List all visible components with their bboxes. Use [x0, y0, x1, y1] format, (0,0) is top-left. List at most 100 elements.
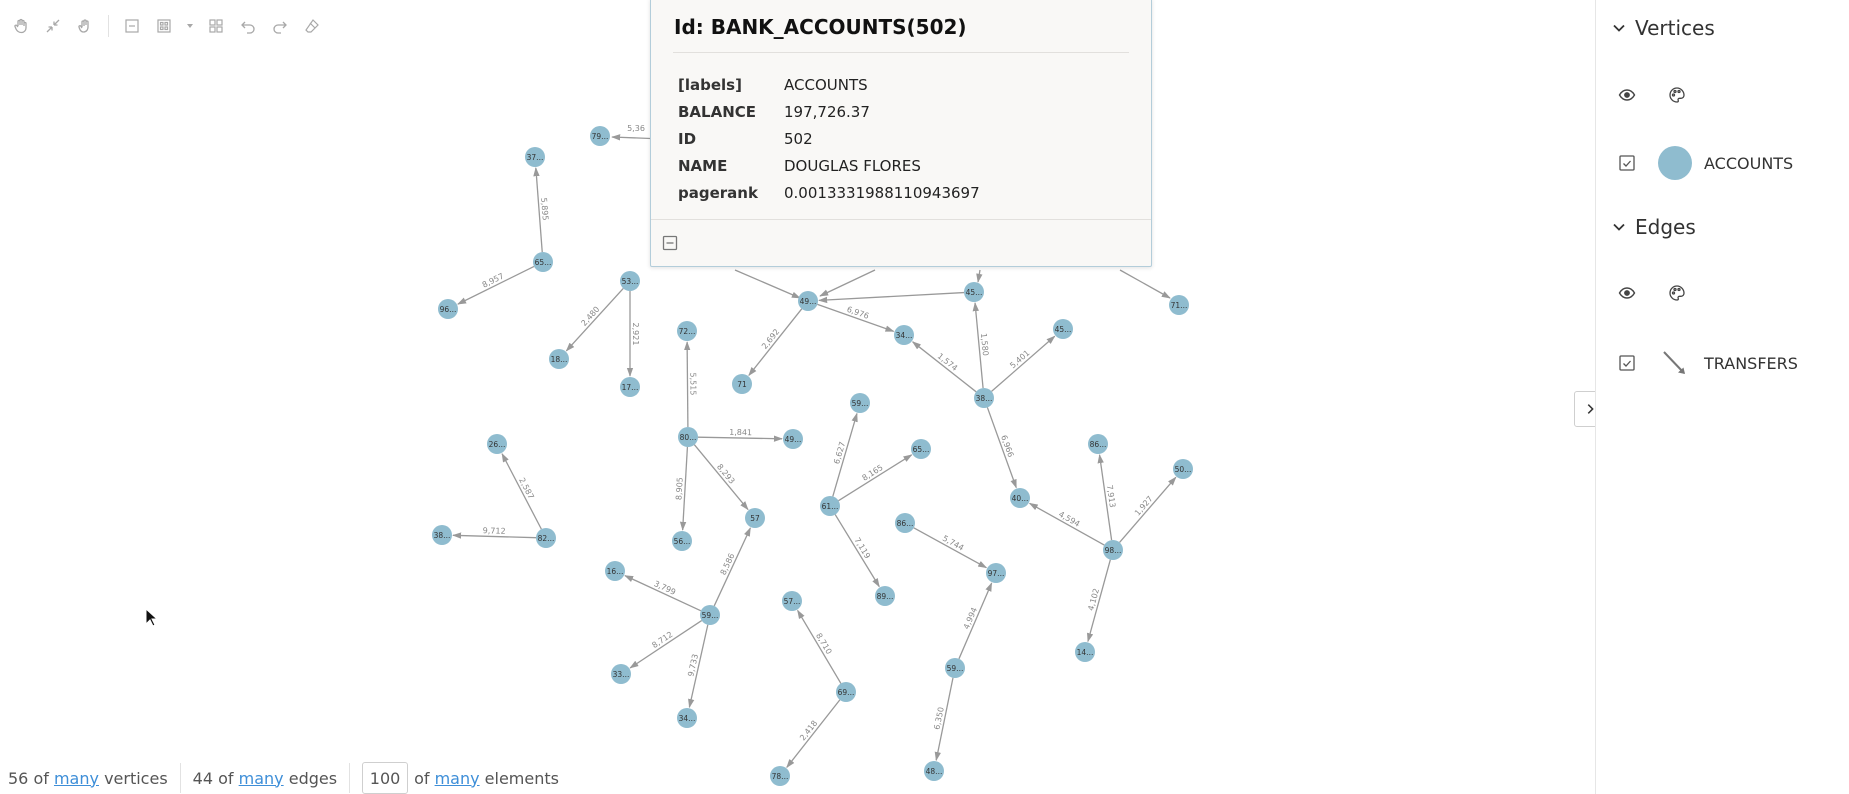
popup-divider [673, 52, 1129, 53]
elements-many-link[interactable]: many [435, 769, 480, 788]
edge-line[interactable] [1028, 502, 1105, 546]
edge-line[interactable] [834, 514, 880, 588]
edge-line[interactable] [693, 444, 749, 511]
property-row: pagerank 0.0013331988110943697 [678, 179, 980, 206]
node-label: 34... [679, 714, 696, 723]
edges-tools [1618, 284, 1686, 302]
edge-line[interactable] [565, 287, 624, 352]
node-label: 33... [613, 670, 630, 679]
edge-line[interactable] [1119, 476, 1177, 543]
edge-line[interactable] [818, 291, 965, 304]
edge-weight-label: 9,712 [483, 526, 506, 536]
node-label: 78... [772, 772, 789, 781]
edge-line[interactable] [697, 435, 783, 442]
graph-node[interactable]: 96... [438, 299, 458, 319]
node-label: 65... [535, 258, 552, 267]
graph-node[interactable]: 38... [432, 525, 452, 545]
graph-node[interactable]: 86... [1088, 434, 1108, 454]
graph-node[interactable]: 18... [549, 349, 569, 369]
graph-node[interactable]: 40... [1010, 488, 1030, 508]
graph-node[interactable]: 57... [782, 591, 802, 611]
graph-node[interactable]: 61... [820, 496, 840, 516]
node-label: 53... [622, 277, 639, 286]
vertices-suffix: vertices [104, 768, 168, 788]
graph-node[interactable]: 69... [836, 682, 856, 702]
edge-line[interactable] [991, 335, 1056, 392]
graph-node[interactable]: 97... [986, 563, 1006, 583]
graph-node[interactable]: 14... [1075, 642, 1095, 662]
edges-section-header[interactable]: Edges [1611, 215, 1696, 239]
eye-icon[interactable] [1618, 86, 1636, 104]
graph-node[interactable]: 65... [533, 252, 553, 272]
graph-node[interactable]: 33... [611, 664, 631, 684]
graph-node[interactable]: 45... [964, 282, 984, 302]
edge-line[interactable] [457, 265, 535, 305]
edge-line[interactable] [748, 308, 803, 377]
graph-node[interactable]: 98... [1103, 540, 1123, 560]
node-label: 56... [674, 537, 691, 546]
edge-line[interactable] [911, 341, 977, 393]
edge-line[interactable] [624, 575, 702, 612]
checkbox-icon[interactable] [1618, 354, 1636, 372]
edge-weight-label: 1,580 [979, 333, 990, 357]
property-key: BALANCE [678, 102, 757, 121]
graph-node[interactable]: 56... [672, 531, 692, 551]
graph-node[interactable]: 49... [798, 291, 818, 311]
edge-line[interactable] [838, 454, 913, 502]
property-value: 0.0013331988110943697 [784, 183, 980, 202]
edge-line[interactable] [786, 699, 841, 769]
node-label: 96... [440, 305, 457, 314]
graph-node[interactable]: 26... [487, 434, 507, 454]
edge-weight-label: 2,921 [631, 323, 640, 346]
graph-node[interactable]: 59... [945, 658, 965, 678]
edge-style-swatch[interactable] [1658, 346, 1692, 380]
vertex-legend-row: ACCOUNTS [1618, 146, 1793, 180]
graph-node[interactable]: 16... [605, 561, 625, 581]
eye-icon[interactable] [1618, 284, 1636, 302]
edge-line[interactable] [683, 341, 691, 428]
graph-node[interactable]: 71... [1169, 295, 1189, 315]
graph-node[interactable]: 45... [1053, 319, 1073, 339]
node-label: 26... [489, 440, 506, 449]
graph-node[interactable]: 57 [745, 508, 765, 528]
property-key: ID [678, 129, 697, 148]
vertex-color-swatch[interactable] [1658, 146, 1692, 180]
palette-icon[interactable] [1668, 284, 1686, 302]
graph-node[interactable]: 37... [525, 147, 545, 167]
vertices-many-link[interactable]: many [54, 769, 99, 788]
edge-line[interactable] [797, 609, 842, 684]
element-limit-input[interactable] [362, 762, 409, 794]
node-label: 49... [785, 435, 802, 444]
palette-icon[interactable] [1668, 86, 1686, 104]
graph-node[interactable]: 59... [850, 393, 870, 413]
edge-line[interactable] [913, 527, 988, 569]
graph-node[interactable]: 86... [895, 513, 915, 533]
graph-node[interactable]: 72... [677, 321, 697, 341]
edges-many-link[interactable]: many [239, 769, 284, 788]
checkbox-icon[interactable] [1618, 154, 1636, 172]
graph-node[interactable]: 78... [770, 766, 790, 786]
graph-node[interactable]: 65... [911, 439, 931, 459]
edge-line[interactable] [452, 532, 537, 539]
graph-node[interactable]: 80... [678, 427, 698, 447]
graph-node[interactable]: 59... [700, 605, 720, 625]
graph-node[interactable]: 53... [620, 271, 640, 291]
graph-node[interactable]: 82... [536, 528, 556, 548]
edge-line[interactable] [501, 452, 542, 530]
vertices-count: 56 [8, 768, 29, 788]
graph-node[interactable]: 48... [924, 761, 944, 781]
edge-weight-label: 6,350 [932, 706, 945, 730]
graph-node[interactable]: 38... [974, 388, 994, 408]
vertices-section-header[interactable]: Vertices [1611, 16, 1715, 40]
graph-node[interactable]: 79... [590, 126, 610, 146]
collapse-popup-icon[interactable] [661, 234, 679, 252]
graph-node[interactable]: 34... [677, 708, 697, 728]
graph-node[interactable]: 49... [783, 429, 803, 449]
graph-node[interactable]: 34... [894, 325, 914, 345]
edge-line[interactable] [713, 527, 751, 607]
graph-node[interactable]: 71 [732, 374, 752, 394]
graph-node[interactable]: 50... [1173, 459, 1193, 479]
graph-node[interactable]: 17... [620, 377, 640, 397]
graph-node[interactable]: 89... [875, 586, 895, 606]
vertex-label: ACCOUNTS [1704, 153, 1794, 173]
